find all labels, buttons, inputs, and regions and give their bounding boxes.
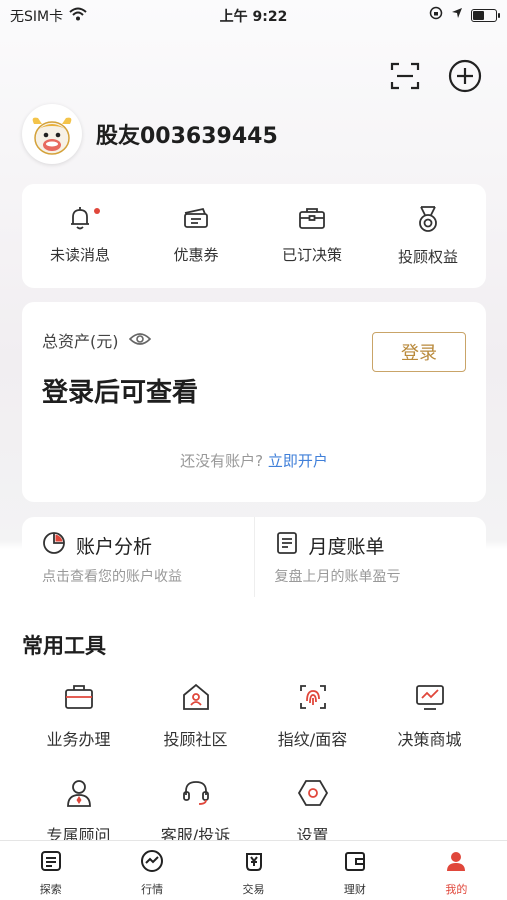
monthly-bill-item[interactable]: 月度账单 复盘上月的账单盈亏 [253,517,487,597]
login-button[interactable]: 登录 [372,332,466,372]
tab-label: 我的 [445,883,468,896]
settings-hexagon-icon [297,778,329,812]
quick-item-coupons[interactable]: 优惠券 [138,184,254,288]
tool-fingerprint-face[interactable]: 指纹/面容 [254,682,371,750]
total-assets-card: 总资产(元) 登录后可查看 登录 还没有账户? 立即开户 [22,302,486,502]
tool-customer-service[interactable]: 客服/投诉 [137,778,254,846]
scan-icon[interactable] [387,58,423,94]
header-actions [387,58,483,94]
briefcase-icon [63,682,95,716]
lock-rotation-icon [429,6,443,24]
medal-icon [413,204,443,238]
headset-icon [180,778,212,812]
quick-item-label: 已订决策 [281,246,342,264]
profile-header[interactable]: 股友003639445 [22,104,278,164]
quick-item-label: 优惠券 [173,246,219,264]
no-account-row: 还没有账户? 立即开户 [22,450,486,471]
analysis-title: 账户分析 [76,536,153,558]
status-right [429,6,500,24]
analysis-card: 账户分析 点击查看您的账户收益 月度账单 复盘上月的账单盈亏 [22,517,486,597]
battery-icon [471,8,500,22]
location-icon [451,7,463,23]
bottom-tab-bar: 探索 行情 交易 理财 我的 [0,840,507,900]
quick-item-label: 投顾权益 [397,248,458,266]
bill-icon [275,531,299,560]
quick-item-unread-messages[interactable]: 未读消息 [22,184,138,288]
wallet-icon [343,849,367,877]
tool-label: 指纹/面容 [277,730,348,749]
quick-actions-card: 未读消息 优惠券 已订决策 投顾权益 [22,184,486,288]
profile-icon [444,849,468,877]
bell-icon [66,204,94,236]
market-icon [140,849,164,877]
tool-label: 决策商城 [397,730,462,749]
tools-section-title: 常用工具 [22,634,106,658]
analysis-title: 月度账单 [308,536,385,558]
tab-label: 行情 [141,883,164,896]
tab-mine[interactable]: 我的 [406,841,507,900]
fingerprint-icon [297,682,329,716]
tab-explore[interactable]: 探索 [0,841,101,900]
trade-icon [242,849,266,877]
coupon-icon [181,204,211,236]
avatar[interactable] [22,104,82,164]
open-account-link[interactable]: 立即开户 [268,452,328,470]
tab-wealth[interactable]: 理财 [304,841,405,900]
asset-title-row: 总资产(元) [42,328,151,352]
eye-icon[interactable] [128,331,151,350]
tool-business-handling[interactable]: 业务办理 [20,682,137,750]
status-bar: 无SIM卡 上午 9:22 [0,0,507,30]
account-analysis-item[interactable]: 账户分析 点击查看您的账户收益 [22,517,254,597]
tools-grid: 业务办理 投顾社区 指纹/面容 决策商城 专属顾问 客服/投诉 设置 [20,682,488,846]
plus-circle-icon[interactable] [447,58,483,94]
quick-item-advisor-benefits[interactable]: 投顾权益 [370,184,486,288]
analysis-title-row: 账户分析 [42,531,254,560]
tab-label: 探索 [39,883,62,896]
asset-title: 总资产(元) [42,332,119,351]
briefcase-icon [297,204,327,236]
tab-label: 交易 [242,883,265,896]
tool-label: 投顾社区 [163,730,228,749]
tool-exclusive-advisor[interactable]: 专属顾问 [20,778,137,846]
tool-settings[interactable]: 设置 [254,778,371,846]
no-account-text: 还没有账户? [180,452,264,470]
tab-label: 理财 [343,883,366,896]
advisor-icon [63,778,95,812]
tool-advisor-community[interactable]: 投顾社区 [137,682,254,750]
analysis-subtitle: 点击查看您的账户收益 [42,569,182,585]
tab-trade[interactable]: 交易 [203,841,304,900]
analysis-title-row: 月度账单 [275,531,487,560]
tool-label: 业务办理 [46,730,111,749]
quick-item-subscribed-decisions[interactable]: 已订决策 [254,184,370,288]
asset-value: 登录后可查看 [42,378,199,408]
tab-market[interactable]: 行情 [101,841,202,900]
quick-item-label: 未读消息 [49,246,110,264]
explore-icon [39,849,63,877]
community-house-icon [180,682,212,716]
monitor-chart-icon [414,682,446,716]
unread-dot [94,208,100,214]
username[interactable]: 股友003639445 [96,118,278,150]
analysis-subtitle: 复盘上月的账单盈亏 [274,569,401,585]
pie-chart-icon [42,531,66,560]
tool-decision-mall[interactable]: 决策商城 [371,682,488,750]
